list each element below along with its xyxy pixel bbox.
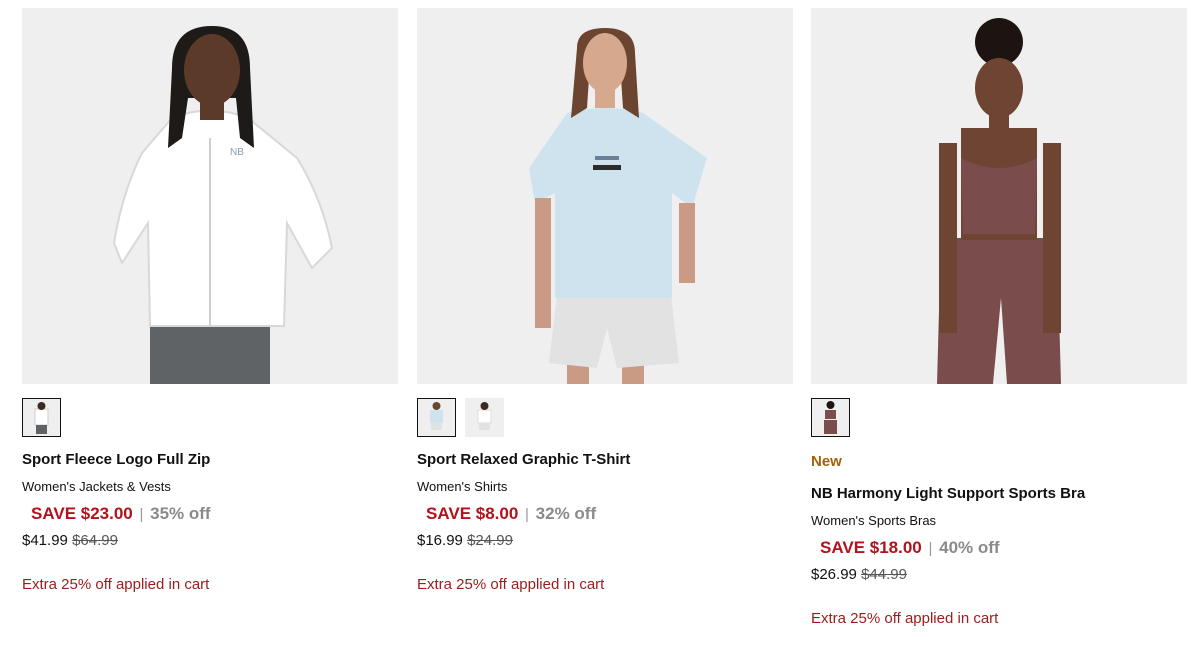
- product-grid: NB Sport Fleece Logo Full Zip Women's Ja…: [0, 0, 1200, 666]
- separator: |: [139, 506, 144, 523]
- product-image[interactable]: NB: [22, 8, 398, 384]
- product-card[interactable]: NB Sport Fleece Logo Full Zip Women's Ja…: [22, 8, 398, 594]
- new-badge: New: [811, 453, 842, 470]
- original-price: $64.99: [72, 532, 118, 549]
- product-image[interactable]: [811, 8, 1187, 384]
- swatch-thumbnail-icon: [23, 399, 60, 436]
- product-name[interactable]: Sport Fleece Logo Full Zip: [22, 451, 398, 469]
- product-name[interactable]: Sport Relaxed Graphic T-Shirt: [417, 451, 793, 469]
- sale-price: $41.99: [22, 532, 68, 549]
- promo-text: Extra 25% off applied in cart: [22, 576, 210, 593]
- percent-off: 40% off: [939, 538, 1000, 557]
- swatch-thumbnail-icon: [466, 399, 503, 436]
- svg-text:NB: NB: [230, 147, 244, 158]
- save-amount: SAVE $18.00: [820, 538, 922, 557]
- color-swatch-mauve[interactable]: [811, 398, 850, 437]
- promo-text: Extra 25% off applied in cart: [811, 610, 999, 627]
- separator: |: [525, 506, 529, 523]
- promo-text: Extra 25% off applied in cart: [417, 576, 605, 593]
- product-card[interactable]: New NB Harmony Light Support Sports Bra …: [811, 8, 1187, 628]
- savings-line: SAVE $23.00 | 35% off: [22, 504, 398, 525]
- product-name[interactable]: NB Harmony Light Support Sports Bra: [811, 485, 1187, 503]
- product-card[interactable]: Sport Relaxed Graphic T-Shirt Women's Sh…: [417, 8, 793, 594]
- original-price: $44.99: [861, 566, 907, 583]
- price-line: $41.99 $64.99: [22, 532, 398, 550]
- model-illustration: NB: [22, 8, 398, 384]
- model-illustration: [417, 8, 793, 384]
- color-swatch-white[interactable]: [22, 398, 61, 437]
- separator: |: [928, 540, 933, 557]
- original-price: $24.99: [467, 532, 513, 549]
- savings-line: SAVE $8.00 | 32% off: [417, 504, 793, 525]
- product-image[interactable]: [417, 8, 793, 384]
- sale-price: $16.99: [417, 532, 463, 549]
- swatch-thumbnail-icon: [418, 399, 455, 436]
- color-swatches: [417, 398, 793, 439]
- price-line: $16.99 $24.99: [417, 532, 793, 550]
- color-swatch-white[interactable]: [465, 398, 504, 437]
- product-category: Women's Sports Bras: [811, 513, 937, 528]
- model-illustration: [811, 8, 1187, 384]
- save-amount: SAVE $8.00: [426, 504, 519, 523]
- swatch-thumbnail-icon: [812, 399, 849, 436]
- savings-line: SAVE $18.00 | 40% off: [811, 538, 1187, 559]
- percent-off: 35% off: [150, 504, 211, 523]
- price-line: $26.99 $44.99: [811, 566, 1187, 584]
- color-swatches: [811, 398, 1187, 439]
- percent-off: 32% off: [535, 504, 597, 523]
- sale-price: $26.99: [811, 566, 857, 583]
- save-amount: SAVE $23.00: [31, 504, 133, 523]
- color-swatch-light-blue[interactable]: [417, 398, 456, 437]
- product-category: Women's Jackets & Vests: [22, 479, 171, 494]
- product-category: Women's Shirts: [417, 479, 508, 494]
- color-swatches: [22, 398, 398, 439]
